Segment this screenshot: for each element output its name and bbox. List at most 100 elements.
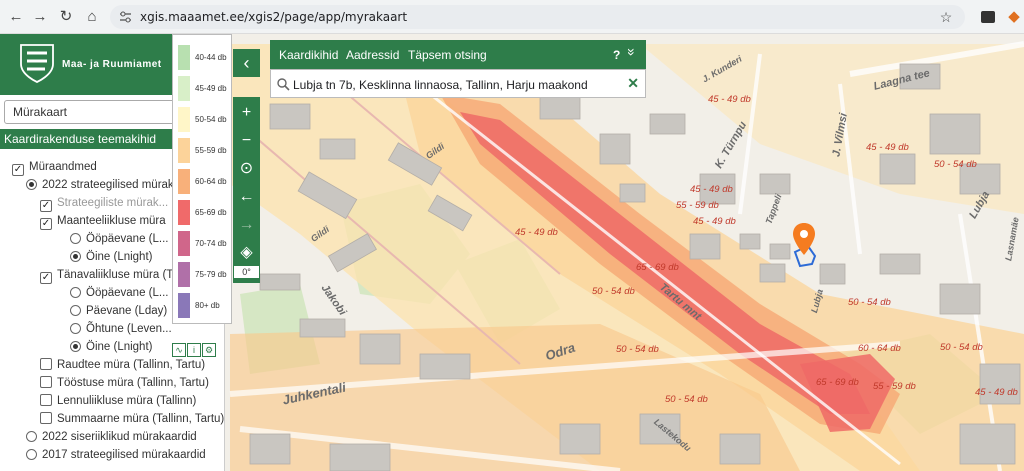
legend-label: 75-79 db	[195, 270, 227, 279]
radio-icon[interactable]	[70, 287, 81, 298]
layer-label: Tööstuse müra (Tallinn, Tartu)	[57, 377, 209, 389]
radio-icon[interactable]	[70, 305, 81, 316]
checkbox-checked-icon[interactable]: ✓	[40, 200, 52, 212]
radio-icon[interactable]	[70, 323, 81, 334]
layer-label: Ööpäevane (L...	[86, 287, 169, 299]
layer-tree-item[interactable]: Summaarne müra (Tallinn, Tartu)	[40, 411, 224, 428]
address-search-input[interactable]: Lubja tn 7b, Kesklinna linnaosa, Tallinn…	[270, 69, 646, 98]
browser-toolbar: ← → ↻ ⌂ xgis.maaamet.ee/xgis2/page/app/m…	[0, 0, 1024, 34]
layer-tree-item[interactable]: Õhtune (Leven...	[70, 321, 172, 338]
layer-label: Summaarne müra (Tallinn, Tartu)	[57, 413, 225, 425]
noise-label: 55 - 59 db	[676, 200, 719, 211]
location-marker-icon[interactable]	[792, 222, 816, 256]
noise-label: 50 - 54 db	[592, 286, 635, 297]
settings-icon[interactable]: ⚙	[202, 343, 216, 357]
radio-icon[interactable]	[26, 449, 37, 460]
tab-tapsem-otsing[interactable]: Täpsem otsing	[408, 48, 487, 62]
collapse-panel-icon[interactable]: »	[624, 48, 640, 56]
zoom-out-button[interactable]: −	[233, 127, 260, 155]
extension-icon[interactable]	[978, 7, 998, 27]
layer-actions: ∿ i ⚙	[172, 340, 217, 358]
layer-tree-item[interactable]: 2022 strateegilised mürak...	[26, 177, 183, 194]
legend-label: 50-54 db	[195, 115, 227, 124]
layer-label: Õhtune (Leven...	[86, 323, 172, 335]
forward-extent-button[interactable]: →	[233, 211, 260, 239]
checkbox-checked-icon[interactable]: ✓	[12, 164, 24, 176]
tab-kaardikihid[interactable]: Kaardikihid	[279, 48, 338, 62]
noise-label: 65 - 69 db	[816, 377, 859, 388]
noise-label: 50 - 54 db	[940, 342, 983, 353]
noise-label: 50 - 54 db	[848, 297, 891, 308]
legend-label: 45-49 db	[195, 84, 227, 93]
noise-label: 45 - 49 db	[690, 184, 733, 195]
legend-label: 70-74 db	[195, 239, 227, 248]
search-tabs: Kaardikihid Aadressid Täpsem otsing ? »	[270, 40, 646, 69]
chart-icon[interactable]: ∿	[172, 343, 186, 357]
layer-label: Tänavaliikluse müra (Ta	[57, 269, 179, 281]
layer-tree-item[interactable]: Ööpäevane (L...	[70, 285, 168, 302]
radio-icon[interactable]	[70, 233, 81, 244]
url-text: xgis.maaamet.ee/xgis2/page/app/myrakaart	[140, 10, 408, 24]
checkbox-icon[interactable]	[40, 358, 52, 370]
rotation-readout: 0°	[233, 265, 260, 279]
clear-search-icon[interactable]: ✕	[627, 75, 639, 92]
layer-tree-item[interactable]: Öine (Lnight)	[70, 339, 152, 356]
reload-icon[interactable]: ↻	[56, 7, 76, 27]
layer-label: Öine (Lnight)	[86, 341, 153, 353]
back-arrow-icon[interactable]: ←	[6, 7, 26, 27]
search-icon	[277, 78, 290, 91]
layer-label: Ööpäevane (L...	[86, 233, 169, 245]
legend-label: 65-69 db	[195, 208, 227, 217]
map-toolbar: + − ⊙ ← → ◈	[233, 97, 260, 283]
forward-arrow-icon[interactable]: →	[30, 7, 50, 27]
layer-tree-item[interactable]: ✓ Müraandmed	[12, 159, 97, 176]
coat-of-arms-logo	[20, 44, 54, 83]
layer-tree-item[interactable]: 2017 strateegilised mürakaardid	[26, 447, 206, 464]
tab-aadressid[interactable]: Aadressid	[346, 48, 399, 62]
info-icon[interactable]: i	[187, 343, 201, 357]
layer-label: Öine (Lnight)	[86, 251, 153, 263]
legend-swatch	[178, 262, 190, 287]
noise-label: 55 - 59 db	[873, 381, 916, 392]
map-select-value: Mürakaart	[13, 105, 68, 119]
layer-label: Raudtee müra (Tallinn, Tartu)	[57, 359, 206, 371]
noise-label: 50 - 54 db	[934, 159, 977, 170]
layer-tree-item[interactable]: ✓ Strateegiliste mürak...	[40, 195, 168, 212]
noise-label: 45 - 49 db	[708, 94, 751, 105]
checkbox-checked-icon[interactable]: ✓	[40, 218, 52, 230]
search-panel: Kaardikihid Aadressid Täpsem otsing ? » …	[270, 40, 646, 98]
layer-tree-item[interactable]: Lennuliikluse müra (Tallinn)	[40, 393, 196, 410]
layer-tree-item[interactable]: ✓ Maanteeliikluse müra	[40, 213, 166, 230]
collapse-sidebar-button[interactable]: ‹	[233, 49, 260, 77]
site-settings-icon[interactable]	[119, 11, 132, 23]
layer-tree-item[interactable]: Päevane (Lday)	[70, 303, 167, 320]
compass-icon[interactable]: ◈	[233, 239, 260, 267]
address-bar[interactable]: xgis.maaamet.ee/xgis2/page/app/myrakaart	[110, 5, 965, 29]
layer-tree-item[interactable]: Ööpäevane (L...	[70, 231, 168, 248]
home-icon[interactable]: ⌂	[82, 7, 102, 27]
checkbox-icon[interactable]	[40, 376, 52, 388]
layer-tree-item[interactable]: Tööstuse müra (Tallinn, Tartu)	[40, 375, 209, 392]
checkbox-icon[interactable]	[40, 394, 52, 406]
layer-tree-item[interactable]: ✓ Tänavaliikluse müra (Ta	[40, 267, 178, 284]
layer-tree-item[interactable]: Öine (Lnight)	[70, 249, 152, 266]
metamask-icon[interactable]: ◆	[1004, 7, 1024, 27]
legend-swatch	[178, 107, 190, 132]
back-extent-button[interactable]: ←	[233, 183, 260, 211]
noise-legend: 40-44 db 45-49 db 50-54 db 55-59 db 60-64 db…	[172, 34, 232, 324]
noise-label: 45 - 49 db	[975, 387, 1018, 398]
bookmark-star-icon[interactable]: ☆	[936, 7, 956, 27]
noise-label: 50 - 54 db	[665, 394, 708, 405]
help-icon[interactable]: ?	[613, 48, 620, 62]
radio-icon[interactable]	[26, 431, 37, 442]
layer-tree-item[interactable]: Raudtee müra (Tallinn, Tartu)	[40, 357, 205, 374]
radio-selected-icon[interactable]	[70, 251, 81, 262]
checkbox-icon[interactable]	[40, 412, 52, 424]
radio-selected-icon[interactable]	[70, 341, 81, 352]
zoom-in-button[interactable]: +	[233, 99, 260, 127]
checkbox-checked-icon[interactable]: ✓	[40, 272, 52, 284]
layer-tree-item[interactable]: 2022 siseriiklikud mürakaardid	[26, 429, 197, 446]
layer-label: 2017 strateegilised mürakaardid	[42, 449, 206, 461]
radio-selected-icon[interactable]	[26, 179, 37, 190]
locate-icon[interactable]: ⊙	[233, 155, 260, 183]
